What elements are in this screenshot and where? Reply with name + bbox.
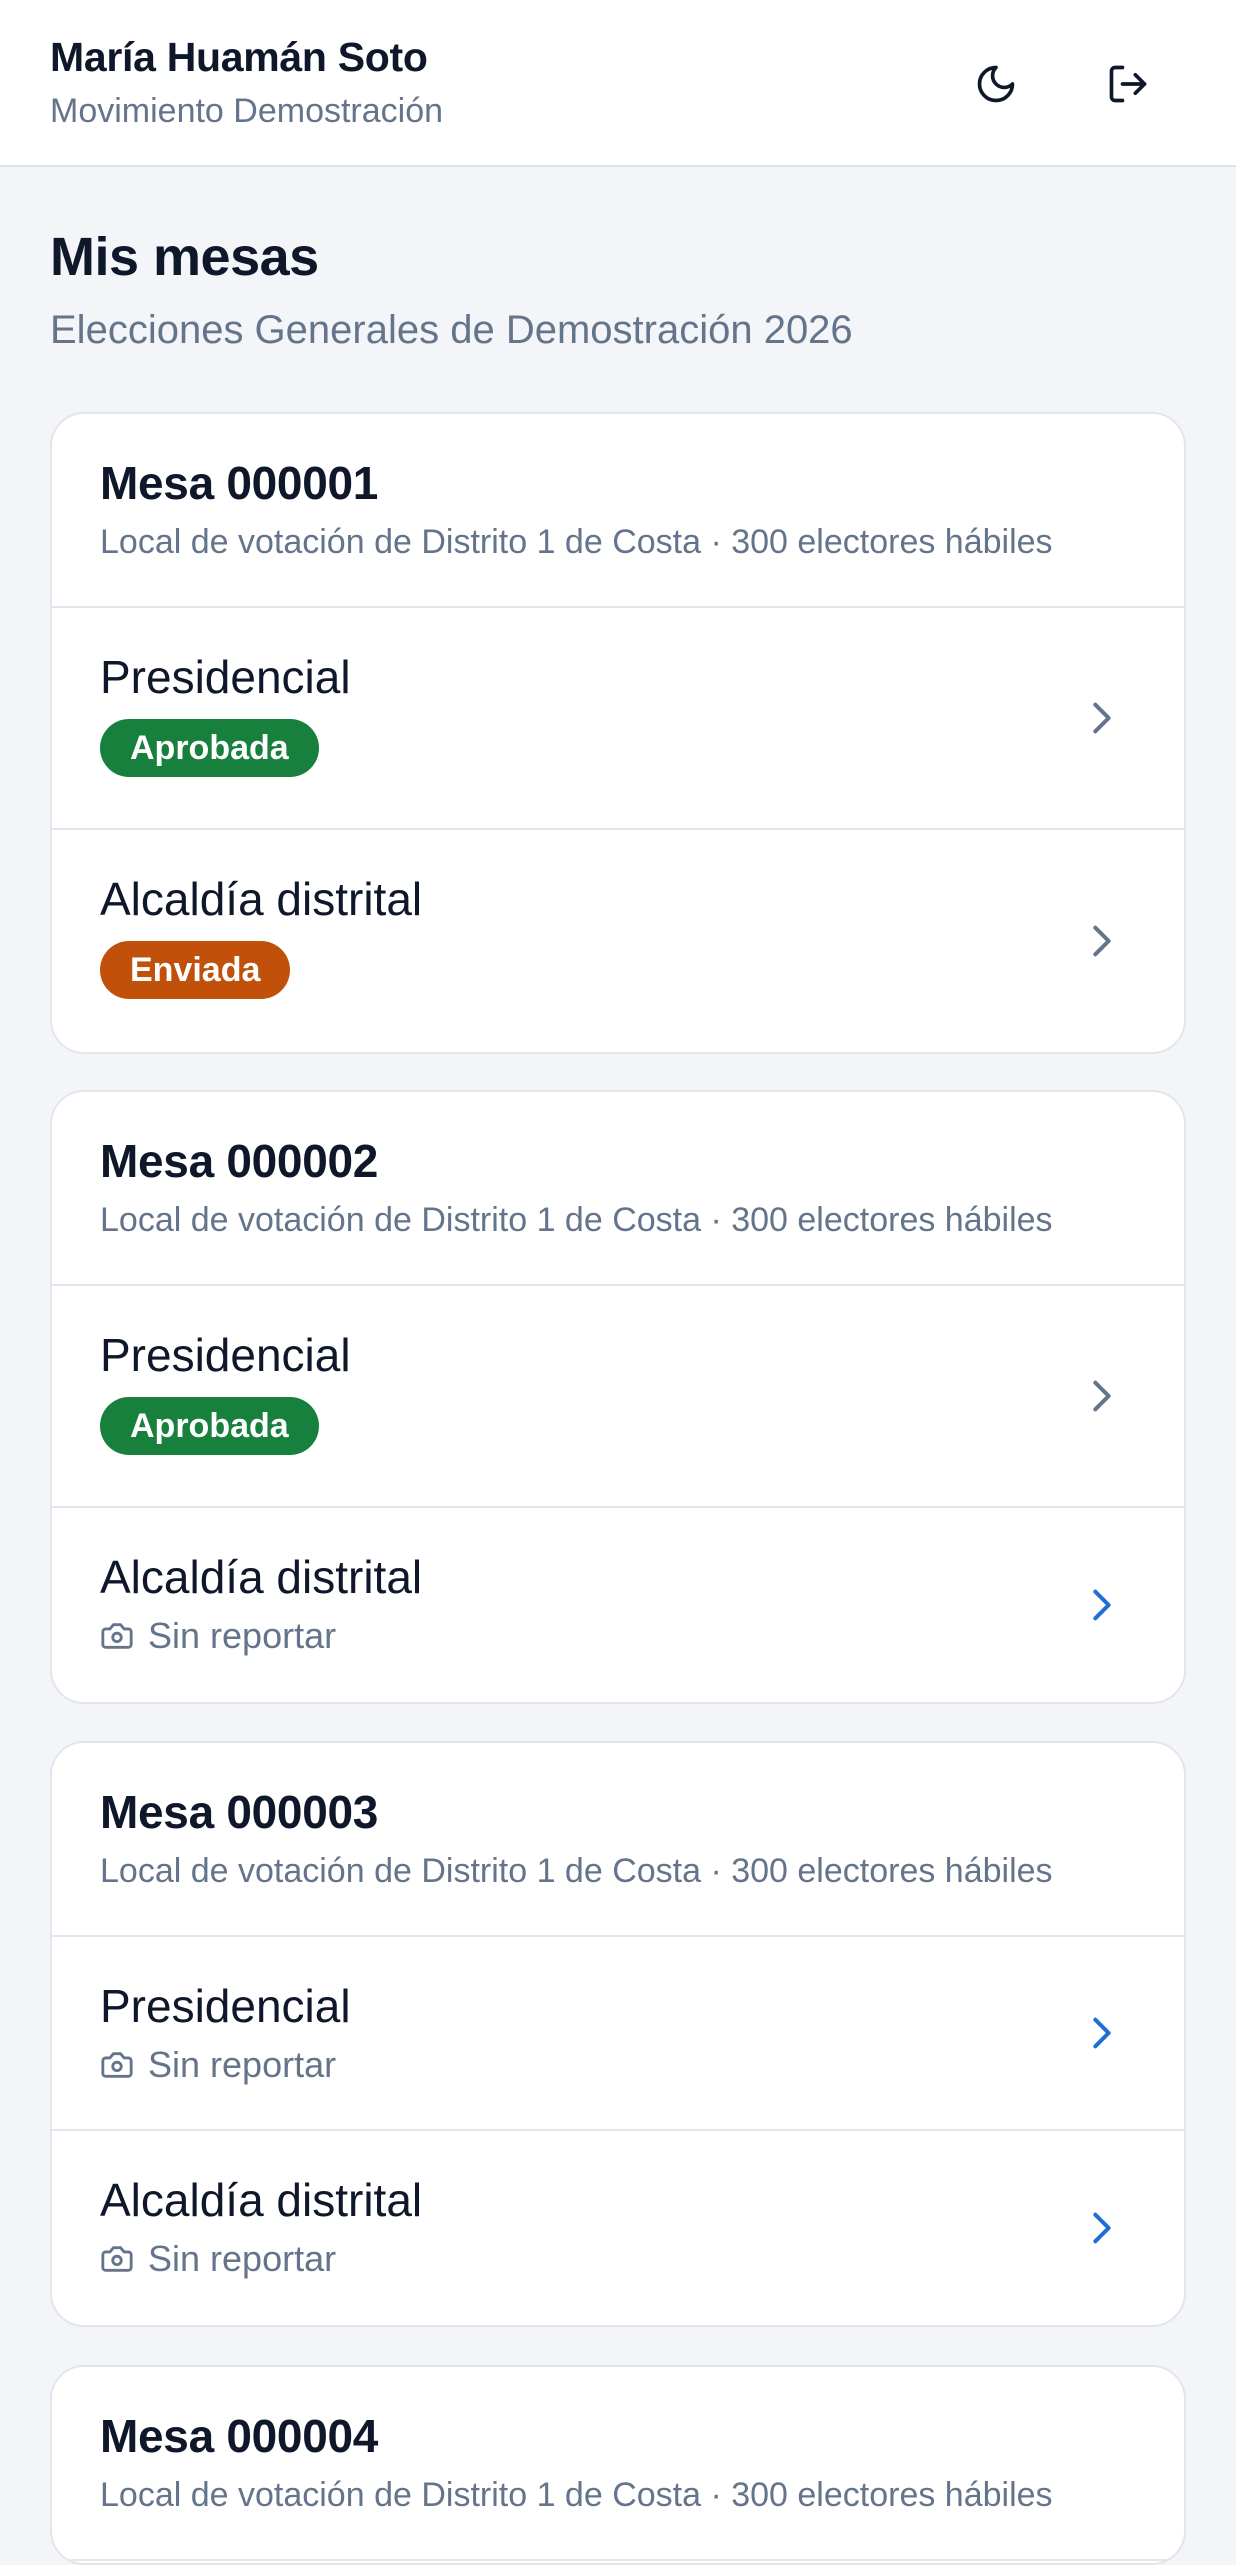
mesa-card-header: Mesa 000003 Local de votación de Distrit… <box>52 1743 1184 1937</box>
mesa-card-header: Mesa 000002 Local de votación de Distrit… <box>52 1092 1184 1286</box>
organization-name: Movimiento Demostración <box>50 92 444 130</box>
user-name: María Huamán Soto <box>50 34 428 80</box>
mesa-title: Mesa 000003 <box>100 1786 379 1838</box>
election-name: Presidencial <box>100 651 351 703</box>
logout-button[interactable] <box>1096 52 1160 116</box>
status-unreported: Sin reportar <box>100 2044 1136 2086</box>
page-subtitle: Elecciones Generales de Demostración 202… <box>50 308 853 352</box>
mesa-card: Mesa 000003 Local de votación de Distrit… <box>50 1741 1186 2327</box>
mesa-card-header: Mesa 000001 Local de votación de Distrit… <box>52 414 1184 608</box>
mesa-card: Mesa 000004 Local de votación de Distrit… <box>50 2365 1186 2565</box>
chevron-right-icon <box>1093 1589 1111 1621</box>
chevron-right-icon <box>1093 925 1111 957</box>
status-badge: Enviada <box>100 941 291 1000</box>
chevron-right-icon <box>1093 1380 1111 1412</box>
status-badge: Aprobada <box>100 719 319 778</box>
mesa-card: Mesa 000002 Local de votación de Distrit… <box>50 1090 1186 1704</box>
election-name: Alcaldía distrital <box>100 2174 423 2226</box>
status-badge: Aprobada <box>100 1397 319 1456</box>
mesa-meta: Local de votación de Distrito 1 de Costa… <box>100 2476 1053 2515</box>
status-text: Sin reportar <box>148 2044 337 2086</box>
status-text: Sin reportar <box>148 1615 337 1657</box>
status-unreported: Sin reportar <box>100 1615 1136 1657</box>
mesa-meta: Local de votación de Distrito 1 de Costa… <box>100 523 1053 562</box>
camera-icon <box>101 2246 133 2272</box>
status-unreported: Sin reportar <box>100 2238 1136 2280</box>
moon-icon <box>977 65 1015 103</box>
election-row-presidencial[interactable]: Presidencial Aprobada <box>52 608 1184 830</box>
election-name: Alcaldía distrital <box>100 1551 423 1603</box>
logout-icon <box>1109 65 1147 103</box>
chevron-right-icon <box>1093 2212 1111 2244</box>
chevron-right-icon <box>1093 702 1111 734</box>
election-name: Presidencial <box>100 1980 351 2032</box>
election-row-alcaldia[interactable]: Alcaldía distrital Sin reportar <box>52 1508 1184 1702</box>
election-row-presidencial[interactable]: Presidencial Sin reportar <box>52 1937 1184 2131</box>
mesa-meta: Local de votación de Distrito 1 de Costa… <box>100 1852 1053 1891</box>
mesa-title: Mesa 000002 <box>100 1135 379 1187</box>
mesa-title: Mesa 000001 <box>100 457 379 509</box>
election-row-alcaldia[interactable]: Alcaldía distrital Enviada <box>52 830 1184 1052</box>
page-title: Mis mesas <box>50 227 319 287</box>
election-name: Presidencial <box>100 1329 351 1381</box>
election-row-presidencial[interactable]: Presidencial Aprobada <box>52 1286 1184 1508</box>
mesa-title: Mesa 000004 <box>100 2410 379 2462</box>
mesa-card: Mesa 000001 Local de votación de Distrit… <box>50 412 1186 1054</box>
theme-toggle-button[interactable] <box>964 52 1028 116</box>
chevron-right-icon <box>1093 2017 1111 2049</box>
camera-icon <box>101 2052 133 2078</box>
status-text: Sin reportar <box>148 2238 337 2280</box>
election-row-alcaldia[interactable]: Alcaldía distrital Sin reportar <box>52 2131 1184 2325</box>
mesa-meta: Local de votación de Distrito 1 de Costa… <box>100 1201 1053 1240</box>
election-name: Alcaldía distrital <box>100 873 423 925</box>
mesa-card-header: Mesa 000004 Local de votación de Distrit… <box>52 2367 1184 2561</box>
top-bar: María Huamán Soto Movimiento Demostració… <box>0 0 1236 167</box>
camera-icon <box>101 1623 133 1649</box>
